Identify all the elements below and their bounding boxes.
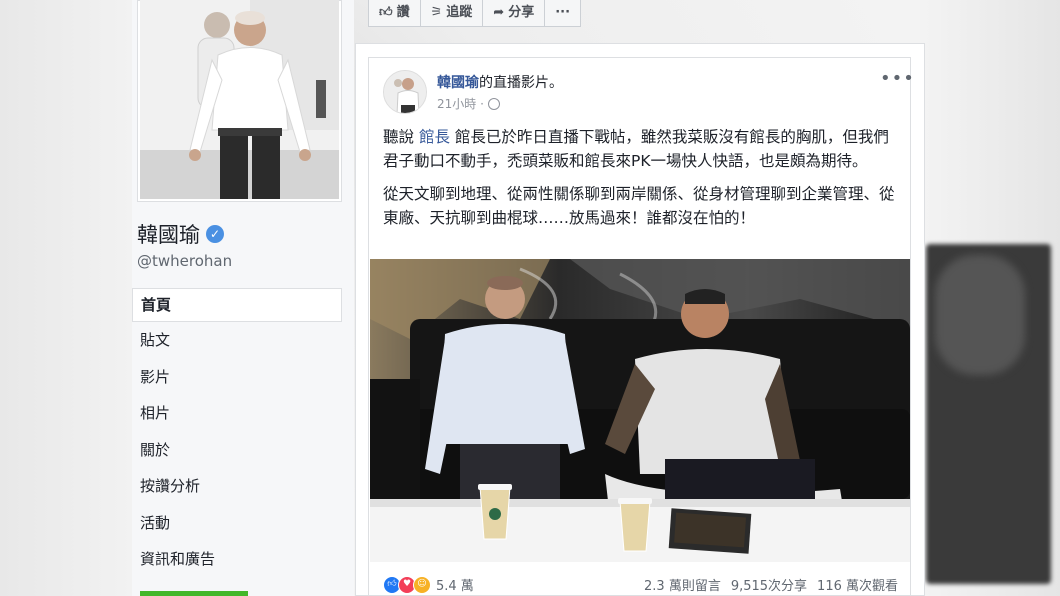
page-action-bar: 👍︎ 讚 ⚞ 追蹤 ➦ 分享 ··· <box>368 0 582 27</box>
live-video-player[interactable] <box>370 259 910 562</box>
nav-item-likes-insights[interactable]: 按讚分析 <box>132 468 342 505</box>
create-page-button-edge[interactable] <box>140 591 248 596</box>
nav-item-posts[interactable]: 貼文 <box>132 322 342 359</box>
page-name-row: 韓國瑜 ✓ <box>137 220 224 248</box>
globe-privacy-icon <box>487 97 500 110</box>
comment-count[interactable]: 2.3 萬則留言 <box>644 575 721 594</box>
post-author-name[interactable]: 韓國瑜 <box>437 75 479 91</box>
haha-reaction-icon: ☺ <box>413 575 431 594</box>
follow-label: 追蹤 <box>446 5 473 20</box>
post-header: 韓國瑜的直播影片。 <box>437 72 563 92</box>
post-meta: 21小時 · <box>437 95 500 112</box>
page-handle[interactable]: @twherohan <box>137 252 232 270</box>
share-arrow-icon: ➦ <box>493 5 505 20</box>
post-stats: 👍︎ ♥ ☺ 5.4 萬 2.3 萬則留言 9,515次分享 116 萬次觀看 <box>383 575 898 595</box>
nav-item-events[interactable]: 活動 <box>132 505 342 542</box>
engagement-counts: 2.3 萬則留言 9,515次分享 116 萬次觀看 <box>644 575 898 594</box>
page-name[interactable]: 韓國瑜 <box>137 219 200 249</box>
nav-item-about[interactable]: 關於 <box>132 432 342 469</box>
rss-follow-icon: ⚞ <box>430 5 443 20</box>
share-page-button[interactable]: ➦ 分享 <box>483 0 546 26</box>
page-nav: 首頁 貼文 影片 相片 關於 按讚分析 活動 資訊和廣告 <box>132 288 342 578</box>
follow-page-button[interactable]: ⚞ 追蹤 <box>421 0 484 26</box>
post-paragraph-1: 聽說 館長 館長已於昨日直播下戰帖，雖然我菜販沒有館長的胸肌，但我們君子動口不動… <box>383 126 903 173</box>
mention-link[interactable]: 館長 <box>419 128 450 146</box>
post-text-segment: 館長已於昨日直播下戰帖，雖然我菜販沒有館長的胸肌，但我們君子動口不動手，禿頭菜販… <box>383 128 889 170</box>
like-page-button[interactable]: 👍︎ 讚 <box>369 0 421 26</box>
share-count[interactable]: 9,515次分享 <box>731 575 807 594</box>
post-paragraph-2: 從天文聊到地理、從兩性關係聊到兩岸關係、從身材管理聊到企業管理、從東廠、天抗聊到… <box>383 185 895 227</box>
reaction-count: 5.4 萬 <box>436 579 474 594</box>
like-label: 讚 <box>396 5 410 20</box>
right-blurred-figure <box>935 255 1025 375</box>
view-count: 116 萬次觀看 <box>817 579 898 594</box>
verified-badge-icon: ✓ <box>206 225 224 243</box>
post-author-avatar[interactable] <box>383 70 427 114</box>
left-blurred-margin <box>0 0 135 596</box>
thumbs-up-icon: 👍︎ <box>379 5 393 20</box>
post-options-icon[interactable]: ••• <box>880 68 915 89</box>
profile-photo[interactable] <box>140 0 339 199</box>
more-options-button[interactable]: ··· <box>545 0 580 26</box>
nav-item-home[interactable]: 首頁 <box>132 288 342 322</box>
reaction-summary[interactable]: 👍︎ ♥ ☺ 5.4 萬 <box>383 575 474 594</box>
post-body: 聽說 館長 館長已於昨日直播下戰帖，雖然我菜販沒有館長的胸肌，但我們君子動口不動… <box>383 126 903 240</box>
post-text-segment: 聽說 <box>383 128 419 146</box>
post-timestamp[interactable]: 21小時 · <box>437 95 484 112</box>
nav-item-videos[interactable]: 影片 <box>132 359 342 396</box>
post-author-suffix: 的直播影片。 <box>479 75 563 91</box>
nav-item-photos[interactable]: 相片 <box>132 395 342 432</box>
nav-item-info-and-ads[interactable]: 資訊和廣告 <box>132 541 342 578</box>
share-label: 分享 <box>508 5 535 20</box>
